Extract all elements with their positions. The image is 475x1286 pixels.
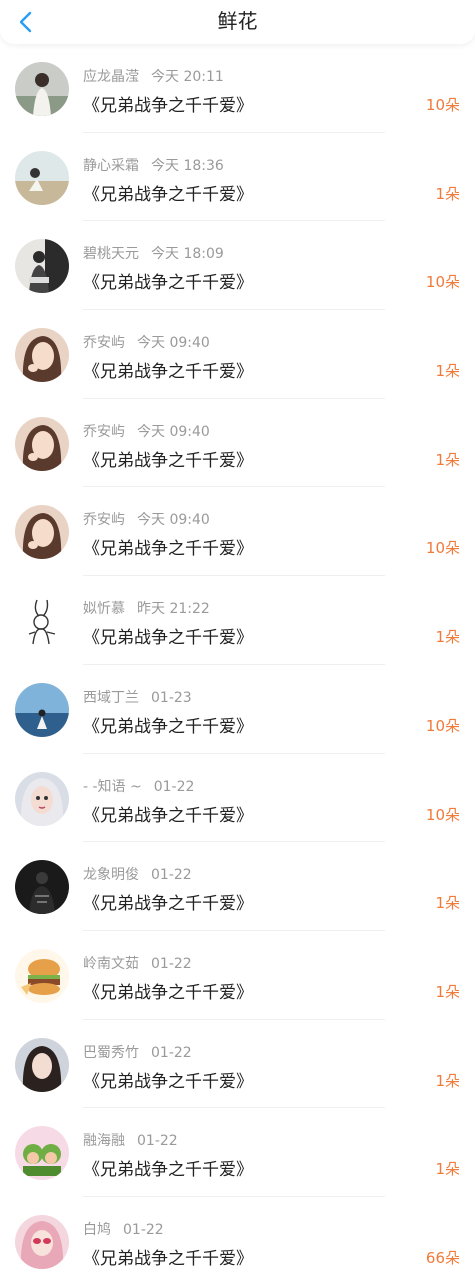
flower-count: 10朵 <box>425 96 460 114</box>
list-item[interactable]: 姒忻慕 昨天 21:22 《兄弟战争之千千爱》 1朵 <box>0 576 475 665</box>
book-title: 《兄弟战争之千千爱》 <box>83 1248 253 1269</box>
book-title: 《兄弟战争之千千爱》 <box>83 273 253 294</box>
list-item[interactable]: 白鸠 01-22 《兄弟战争之千千爱》 66朵 <box>0 1197 475 1286</box>
username[interactable]: 碧桃天元 <box>83 246 139 262</box>
page-title: 鲜花 <box>217 9 258 33</box>
avatar[interactable] <box>15 948 69 1003</box>
avatar[interactable] <box>15 62 69 116</box>
book-title: 《兄弟战争之千千爱》 <box>83 628 253 649</box>
list-item[interactable]: 静心采霜 今天 18:36 《兄弟战争之千千爱》 1朵 <box>0 133 475 222</box>
flower-count: 10朵 <box>425 539 460 558</box>
book-title: 《兄弟战争之千千爱》 <box>83 805 253 826</box>
timestamp: 今天 09:40 <box>137 335 210 352</box>
timestamp: 今天 18:36 <box>151 157 224 174</box>
username[interactable]: 静心采霜 <box>83 158 139 174</box>
list-item[interactable]: 融海融 01-22 《兄弟战争之千千爱》 1朵 <box>0 1108 475 1197</box>
avatar[interactable] <box>15 771 69 826</box>
list-item[interactable]: 西域丁兰 01-23 《兄弟战争之千千爱》 10朵 <box>0 665 475 754</box>
list-item[interactable]: 乔安屿 今天 09:40 《兄弟战争之千千爱》 1朵 <box>0 310 475 399</box>
avatar[interactable] <box>15 239 69 294</box>
username[interactable]: 乔安屿 <box>83 424 125 440</box>
avatar[interactable] <box>15 682 69 737</box>
book-title: 《兄弟战争之千千爱》 <box>83 96 253 116</box>
username[interactable]: 西域丁兰 <box>83 690 139 706</box>
list-item[interactable]: 巴蜀秀竹 01-22 《兄弟战争之千千爱》 1朵 <box>0 1020 475 1109</box>
username[interactable]: 龙象明俊 <box>83 867 139 883</box>
list-item[interactable]: 碧桃天元 今天 18:09 《兄弟战争之千千爱》 10朵 <box>0 221 475 311</box>
timestamp: 01-22 <box>151 867 192 884</box>
avatar[interactable] <box>15 1037 69 1092</box>
book-title: 《兄弟战争之千千爱》 <box>83 982 253 1003</box>
book-title: 《兄弟战争之千千爱》 <box>83 1160 253 1181</box>
avatar[interactable] <box>15 328 69 383</box>
flower-count: 10朵 <box>425 805 460 824</box>
list-item[interactable]: 乔安屿 今天 09:40 《兄弟战争之千千爱》 10朵 <box>0 487 475 577</box>
timestamp: 今天 09:40 <box>137 512 210 529</box>
top-nav-bar: 鲜花 <box>0 0 475 44</box>
flower-count: 1朵 <box>435 184 460 203</box>
flower-count: 66朵 <box>425 1248 460 1267</box>
book-title: 《兄弟战争之千千爱》 <box>83 184 253 205</box>
flower-count: 1朵 <box>435 1071 460 1090</box>
book-title: 《兄弟战争之千千爱》 <box>83 716 253 737</box>
flower-count: 1朵 <box>435 894 460 913</box>
username[interactable]: 融海融 <box>83 1133 125 1149</box>
flower-count: 10朵 <box>425 716 460 735</box>
timestamp: 01-22 <box>151 1044 192 1061</box>
flower-count: 1朵 <box>435 450 460 469</box>
avatar[interactable] <box>15 594 69 649</box>
timestamp: 01-22 <box>137 1133 178 1150</box>
timestamp: 今天 18:09 <box>151 246 224 263</box>
username[interactable]: 应龙晶滢 <box>83 69 139 85</box>
list-item[interactable]: 乔安屿 今天 09:40 《兄弟战争之千千爱》 1朵 <box>0 399 475 488</box>
username[interactable]: - -知语 ~ <box>83 779 142 795</box>
timestamp: 今天 09:40 <box>137 423 210 440</box>
username[interactable]: 巴蜀秀竹 <box>83 1045 139 1061</box>
flower-count: 1朵 <box>435 982 460 1001</box>
list-item[interactable]: 岭南文茹 01-22 《兄弟战争之千千爱》 1朵 <box>0 931 475 1020</box>
avatar[interactable] <box>15 505 69 560</box>
book-title: 《兄弟战争之千千爱》 <box>83 450 253 471</box>
flower-count: 1朵 <box>435 362 460 381</box>
timestamp: 今天 20:11 <box>151 69 224 85</box>
avatar[interactable] <box>15 150 69 205</box>
list-item[interactable]: - -知语 ~ 01-22 《兄弟战争之千千爱》 10朵 <box>0 754 475 843</box>
username[interactable]: 乔安屿 <box>83 335 125 351</box>
username[interactable]: 姒忻慕 <box>83 601 125 617</box>
timestamp: 01-22 <box>123 1221 164 1238</box>
avatar[interactable] <box>15 416 69 471</box>
avatar[interactable] <box>15 860 69 915</box>
avatar[interactable] <box>15 1126 69 1181</box>
list-item[interactable]: 应龙晶滢 今天 20:11 《兄弟战争之千千爱》 10朵 <box>0 44 475 133</box>
book-title: 《兄弟战争之千千爱》 <box>83 362 253 383</box>
avatar[interactable] <box>15 1214 69 1269</box>
username[interactable]: 乔安屿 <box>83 512 125 528</box>
book-title: 《兄弟战争之千千爱》 <box>83 539 253 560</box>
book-title: 《兄弟战争之千千爱》 <box>83 1071 253 1092</box>
flower-gift-list: 应龙晶滢 今天 20:11 《兄弟战争之千千爱》 10朵 静心采霜 今天 18:36… <box>0 44 475 1286</box>
username[interactable]: 白鸠 <box>83 1222 111 1238</box>
timestamp: 01-23 <box>151 689 192 706</box>
flower-count: 10朵 <box>425 273 460 292</box>
timestamp: 01-22 <box>153 778 195 795</box>
flower-count: 1朵 <box>435 628 460 647</box>
timestamp: 昨天 21:22 <box>137 601 210 618</box>
list-item[interactable]: 龙象明俊 01-22 《兄弟战争之千千爱》 1朵 <box>0 842 475 931</box>
timestamp: 01-22 <box>151 955 192 972</box>
username[interactable]: 岭南文茹 <box>83 956 139 972</box>
book-title: 《兄弟战争之千千爱》 <box>83 894 253 915</box>
flower-count: 1朵 <box>435 1160 460 1179</box>
